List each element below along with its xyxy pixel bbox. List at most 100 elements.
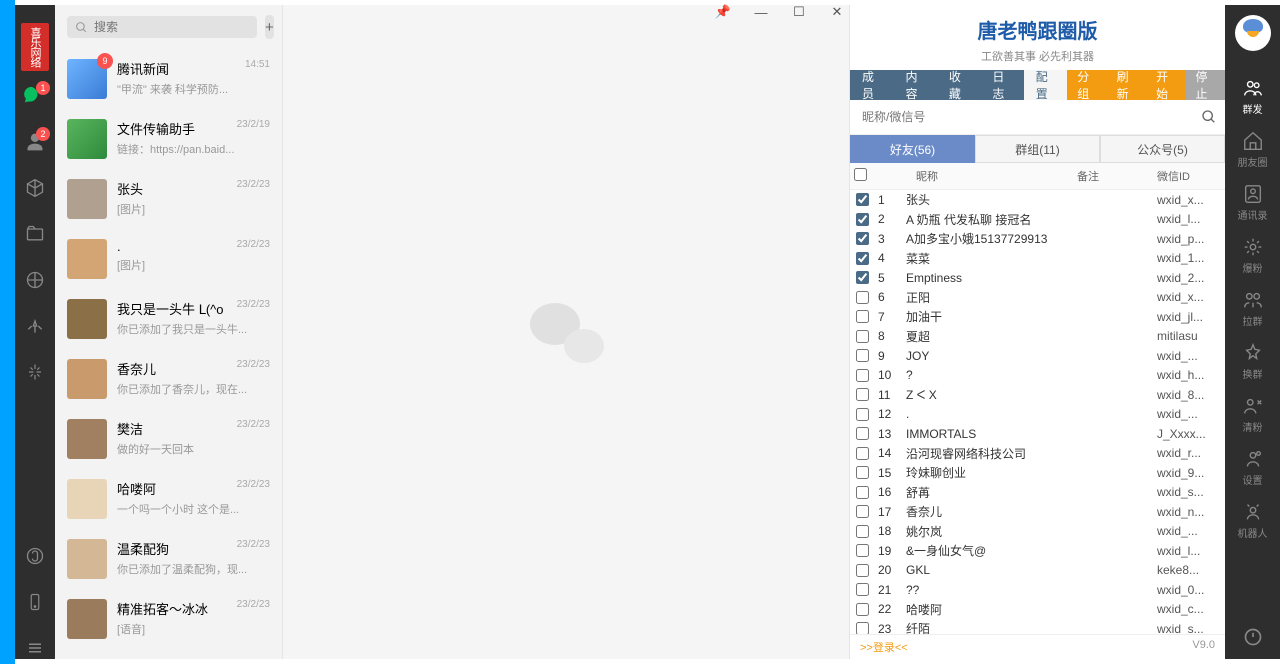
member-checkbox[interactable] <box>850 330 874 343</box>
member-row[interactable]: 12 . wxid_... <box>850 405 1225 425</box>
tool-tab[interactable]: 成员 <box>850 70 893 100</box>
box-icon[interactable] <box>24 177 46 199</box>
chat-item[interactable]: 樊洁 做的好一天回本 23/2/23 <box>55 409 282 469</box>
close-button[interactable]: ✕ <box>828 4 846 20</box>
member-row[interactable]: 23 纤陌 wxid_s... <box>850 619 1225 634</box>
member-row[interactable]: 6 正阳 wxid_x... <box>850 288 1225 308</box>
member-list[interactable]: 1 张头 wxid_x... 2 A 奶瓶 代发私聊 接冠名 wxid_l...… <box>850 190 1225 634</box>
login-link[interactable]: >>登录<< <box>860 639 908 655</box>
member-checkbox[interactable] <box>850 447 874 460</box>
member-row[interactable]: 17 香奈儿 wxid_n... <box>850 502 1225 522</box>
chat-item[interactable]: 香奈儿 你已添加了香奈儿，现在... 23/2/23 <box>55 349 282 409</box>
member-checkbox[interactable] <box>850 213 874 226</box>
right-nav-item[interactable]: 机器人 <box>1238 501 1268 540</box>
chat-item[interactable]: 哈喽阿 一个吗一个小时 这个是... 23/2/23 <box>55 469 282 529</box>
right-nav-item[interactable]: 爆粉 <box>1242 236 1264 275</box>
tool-action-button[interactable]: 刷新 <box>1107 70 1146 100</box>
right-nav-item[interactable]: 换群 <box>1242 342 1264 381</box>
member-checkbox[interactable] <box>850 622 874 634</box>
tool-search-input[interactable] <box>858 104 1201 130</box>
member-row[interactable]: 13 IMMORTALS J_Xxxx... <box>850 424 1225 444</box>
chat-item[interactable]: 我只是一头牛 ᒪ(^o 你已添加了我只是一头牛... 23/2/23 <box>55 289 282 349</box>
minimize-button[interactable]: — <box>752 5 770 20</box>
power-icon[interactable] <box>1243 627 1263 647</box>
search-input[interactable] <box>94 20 249 34</box>
member-checkbox[interactable] <box>850 486 874 499</box>
right-nav-item[interactable]: 设置 <box>1242 448 1264 487</box>
member-row[interactable]: 18 姚尔岚 wxid_... <box>850 522 1225 542</box>
maximize-button[interactable]: ☐ <box>790 4 808 20</box>
chat-item[interactable]: 张头 [图片] 23/2/23 <box>55 169 282 229</box>
member-checkbox[interactable] <box>850 349 874 362</box>
right-nav-item[interactable]: 群发 <box>1242 77 1264 116</box>
tool-tab[interactable]: 收藏 <box>937 70 980 100</box>
member-checkbox[interactable] <box>850 544 874 557</box>
member-row[interactable]: 2 A 奶瓶 代发私聊 接冠名 wxid_l... <box>850 210 1225 230</box>
star-icon[interactable] <box>24 315 46 337</box>
search-icon[interactable] <box>1201 109 1217 125</box>
right-nav-item[interactable]: 通讯录 <box>1238 183 1268 222</box>
mini-program-icon[interactable] <box>24 545 46 567</box>
tool-action-button[interactable]: 分组 <box>1067 70 1106 100</box>
member-row[interactable]: 8 夏超 mitilasu <box>850 327 1225 347</box>
member-row[interactable]: 3 A加多宝小娥15137729913 wxid_p... <box>850 229 1225 249</box>
category-tab[interactable]: 公众号(5) <box>1100 135 1225 163</box>
member-row[interactable]: 19 &一身仙女气@ wxid_l... <box>850 541 1225 561</box>
member-checkbox[interactable] <box>850 388 874 401</box>
menu-icon[interactable] <box>24 637 46 659</box>
member-row[interactable]: 4 菜菜 wxid_1... <box>850 249 1225 269</box>
sparkle-icon[interactable] <box>24 361 46 383</box>
member-row[interactable]: 22 哈喽阿 wxid_c... <box>850 600 1225 620</box>
phone-icon[interactable] <box>24 591 46 613</box>
member-checkbox[interactable] <box>850 291 874 304</box>
search-input-wrap[interactable] <box>67 16 257 38</box>
member-checkbox[interactable] <box>850 408 874 421</box>
add-button[interactable]: + <box>265 15 274 39</box>
member-row[interactable]: 14 沿河现睿网络科技公司 wxid_r... <box>850 444 1225 464</box>
select-all-checkbox[interactable] <box>850 168 874 184</box>
moments-icon[interactable] <box>24 269 46 291</box>
tool-tab[interactable]: 日志 <box>980 70 1023 100</box>
contacts-icon[interactable]: 2 <box>24 131 46 153</box>
chat-list[interactable]: 9 腾讯新闻 "甲流" 来袭 科学预防... 14:51 文件传输助手 链接：h… <box>55 49 282 657</box>
member-checkbox[interactable] <box>850 583 874 596</box>
tool-tab[interactable]: 内容 <box>893 70 936 100</box>
member-checkbox[interactable] <box>850 369 874 382</box>
member-row[interactable]: 15 玲妹聊创业 wxid_9... <box>850 463 1225 483</box>
member-checkbox[interactable] <box>850 193 874 206</box>
chat-item[interactable]: 精准拓客～冰冰 [语音] 23/2/23 <box>55 589 282 649</box>
member-checkbox[interactable] <box>850 564 874 577</box>
tool-action-button[interactable]: 停止 <box>1186 70 1225 100</box>
member-row[interactable]: 7 加油干 wxid_jl... <box>850 307 1225 327</box>
category-tab[interactable]: 好友(56) <box>850 135 975 163</box>
tool-tab[interactable]: 配置 <box>1024 70 1067 100</box>
member-row[interactable]: 9 JOY wxid_... <box>850 346 1225 366</box>
pin-icon[interactable]: 📌 <box>714 4 732 20</box>
chat-item[interactable]: 温柔配狗 你已添加了温柔配狗，现... 23/2/23 <box>55 529 282 589</box>
member-checkbox[interactable] <box>850 466 874 479</box>
header-wxid[interactable]: 微信ID <box>1153 168 1225 184</box>
member-checkbox[interactable] <box>850 603 874 616</box>
member-row[interactable]: 11 Z ᐸ X wxid_8... <box>850 385 1225 405</box>
chat-item[interactable]: 9 腾讯新闻 "甲流" 来袭 科学预防... 14:51 <box>55 49 282 109</box>
member-row[interactable]: 20 GKL keke8... <box>850 561 1225 581</box>
member-checkbox[interactable] <box>850 310 874 323</box>
member-row[interactable]: 1 张头 wxid_x... <box>850 190 1225 210</box>
chat-item[interactable]: 文件传输助手 链接：https://pan.baid... 23/2/19 <box>55 109 282 169</box>
member-checkbox[interactable] <box>850 525 874 538</box>
member-row[interactable]: 5 Emptiness wxid_2... <box>850 268 1225 288</box>
right-nav-item[interactable]: 清粉 <box>1242 395 1264 434</box>
member-checkbox[interactable] <box>850 427 874 440</box>
right-nav-item[interactable]: 朋友圈 <box>1238 130 1268 169</box>
member-checkbox[interactable] <box>850 252 874 265</box>
chat-icon[interactable]: 1 <box>24 85 46 107</box>
member-row[interactable]: 10 ? wxid_h... <box>850 366 1225 386</box>
member-checkbox[interactable] <box>850 271 874 284</box>
tool-action-button[interactable]: 开始 <box>1146 70 1185 100</box>
header-note[interactable]: 备注 <box>1073 168 1153 184</box>
member-checkbox[interactable] <box>850 505 874 518</box>
member-row[interactable]: 16 舒苒 wxid_s... <box>850 483 1225 503</box>
chat-item[interactable]: . [图片] 23/2/23 <box>55 229 282 289</box>
member-row[interactable]: 21 ?? wxid_0... <box>850 580 1225 600</box>
folder-icon[interactable] <box>24 223 46 245</box>
